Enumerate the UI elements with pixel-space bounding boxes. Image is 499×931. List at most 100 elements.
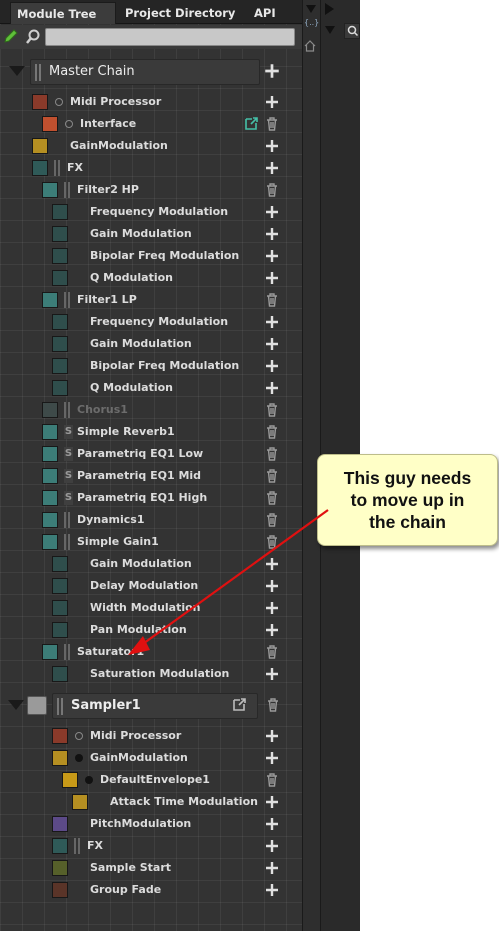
collapse-triangle-icon[interactable] xyxy=(306,5,316,13)
attack-time-modulation-row[interactable]: Attack Time Modulation xyxy=(0,791,300,813)
fx-row[interactable]: FX xyxy=(0,157,300,179)
filter2-hp-row[interactable]: Filter2 HP xyxy=(0,179,300,201)
add-icon[interactable] xyxy=(264,358,280,374)
gain-modulation-row[interactable]: Gain Modulation xyxy=(0,333,300,355)
gain-modulation-row[interactable]: GainModulation xyxy=(0,747,300,769)
module-color-box[interactable] xyxy=(52,314,68,330)
drag-handle-icon[interactable] xyxy=(64,534,70,550)
bypass-ring-icon[interactable] xyxy=(65,120,73,128)
add-icon[interactable] xyxy=(264,838,280,854)
filter1-lp-row[interactable]: Filter1 LP xyxy=(0,289,300,311)
trash-icon[interactable] xyxy=(264,490,280,506)
gain-modulation-row[interactable]: GainModulation xyxy=(0,135,300,157)
module-color-box[interactable] xyxy=(52,248,68,264)
pan-modulation-row[interactable]: Pan Modulation xyxy=(0,619,300,641)
module-color-box[interactable] xyxy=(42,424,58,440)
module-color-box[interactable] xyxy=(42,512,58,528)
drag-handle-icon[interactable] xyxy=(54,160,60,176)
trash-icon[interactable] xyxy=(264,116,280,132)
bypass-ring-icon[interactable] xyxy=(55,98,63,106)
collapse-triangle-icon[interactable] xyxy=(9,66,25,76)
module-color-box[interactable] xyxy=(52,336,68,352)
dynamics1-row[interactable]: Dynamics1 xyxy=(0,509,300,531)
drag-handle-icon[interactable] xyxy=(74,838,80,854)
trash-icon[interactable] xyxy=(265,696,281,714)
add-icon[interactable] xyxy=(264,248,280,264)
pencil-icon[interactable] xyxy=(2,27,20,45)
module-color-box[interactable] xyxy=(52,380,68,396)
saturation-modulation-row[interactable]: Saturation Modulation xyxy=(0,663,300,685)
sampler-color-box[interactable] xyxy=(27,696,47,715)
trash-icon[interactable] xyxy=(264,468,280,484)
module-color-box[interactable] xyxy=(52,622,68,638)
add-icon[interactable] xyxy=(264,138,280,154)
width-modulation-row[interactable]: Width Modulation xyxy=(0,597,300,619)
add-icon[interactable] xyxy=(263,62,281,80)
status-dot-icon[interactable] xyxy=(75,754,83,762)
drag-handle-icon[interactable] xyxy=(64,402,70,418)
home-icon[interactable] xyxy=(304,40,316,52)
module-color-box[interactable] xyxy=(52,226,68,242)
tab-module-tree[interactable]: Module Tree xyxy=(10,2,116,24)
master-chain-header[interactable]: Master Chain xyxy=(30,59,260,85)
drag-handle-icon[interactable] xyxy=(64,292,70,308)
status-dot-icon[interactable] xyxy=(85,776,93,784)
trash-icon[interactable] xyxy=(264,424,280,440)
module-color-box[interactable] xyxy=(42,644,58,660)
drag-handle-icon[interactable] xyxy=(57,698,63,715)
add-icon[interactable] xyxy=(264,94,280,110)
add-icon[interactable] xyxy=(264,860,280,876)
module-color-box[interactable] xyxy=(52,600,68,616)
trash-icon[interactable] xyxy=(264,402,280,418)
default-envelope1-row[interactable]: DefaultEnvelope1 xyxy=(0,769,300,791)
pitch-modulation-row[interactable]: PitchModulation xyxy=(0,813,300,835)
parametriq-eq1-low-row[interactable]: S Parametriq EQ1 Low xyxy=(0,443,300,465)
chorus1-row[interactable]: Chorus1 xyxy=(0,399,300,421)
add-icon[interactable] xyxy=(264,336,280,352)
frequency-modulation-row[interactable]: Frequency Modulation xyxy=(0,311,300,333)
module-color-box[interactable] xyxy=(32,94,48,110)
add-icon[interactable] xyxy=(264,270,280,286)
search-icon[interactable] xyxy=(344,23,360,39)
add-icon[interactable] xyxy=(264,622,280,638)
fx-row[interactable]: FX xyxy=(0,835,300,857)
module-color-box[interactable] xyxy=(52,204,68,220)
trash-icon[interactable] xyxy=(264,772,280,788)
module-color-box[interactable] xyxy=(42,116,58,132)
module-color-box[interactable] xyxy=(32,138,48,154)
trash-icon[interactable] xyxy=(264,292,280,308)
module-color-box[interactable] xyxy=(42,534,58,550)
simple-reverb1-row[interactable]: S Simple Reverb1 xyxy=(0,421,300,443)
module-color-box[interactable] xyxy=(52,666,68,682)
search-icon[interactable] xyxy=(24,28,42,46)
module-color-box[interactable] xyxy=(52,860,68,876)
search-input[interactable] xyxy=(45,28,295,46)
module-color-box[interactable] xyxy=(52,358,68,374)
add-icon[interactable] xyxy=(264,160,280,176)
bipolar-freq-modulation-row[interactable]: Bipolar Freq Modulation xyxy=(0,355,300,377)
add-icon[interactable] xyxy=(264,816,280,832)
collapse-triangle-icon[interactable] xyxy=(8,700,24,710)
trash-icon[interactable] xyxy=(264,644,280,660)
add-icon[interactable] xyxy=(264,314,280,330)
add-icon[interactable] xyxy=(264,556,280,572)
add-icon[interactable] xyxy=(264,794,280,810)
delay-modulation-row[interactable]: Delay Modulation xyxy=(0,575,300,597)
expand-triangle-icon[interactable] xyxy=(325,3,334,15)
module-color-box[interactable] xyxy=(32,160,48,176)
module-color-box[interactable] xyxy=(52,882,68,898)
trash-icon[interactable] xyxy=(264,534,280,550)
trash-icon[interactable] xyxy=(264,512,280,528)
gain-modulation-row[interactable]: Gain Modulation xyxy=(0,223,300,245)
parametriq-eq1-mid-row[interactable]: S Parametriq EQ1 Mid xyxy=(0,465,300,487)
add-icon[interactable] xyxy=(264,204,280,220)
module-color-box[interactable] xyxy=(42,490,58,506)
midi-processor-row[interactable]: Midi Processor xyxy=(0,91,300,113)
add-icon[interactable] xyxy=(264,728,280,744)
drag-handle-icon[interactable] xyxy=(64,182,70,198)
simple-gain1-row[interactable]: Simple Gain1 xyxy=(0,531,300,553)
module-color-box[interactable] xyxy=(42,182,58,198)
module-color-box[interactable] xyxy=(52,270,68,286)
saturator1-row[interactable]: Saturator1 xyxy=(0,641,300,663)
bypass-ring-icon[interactable] xyxy=(75,732,83,740)
